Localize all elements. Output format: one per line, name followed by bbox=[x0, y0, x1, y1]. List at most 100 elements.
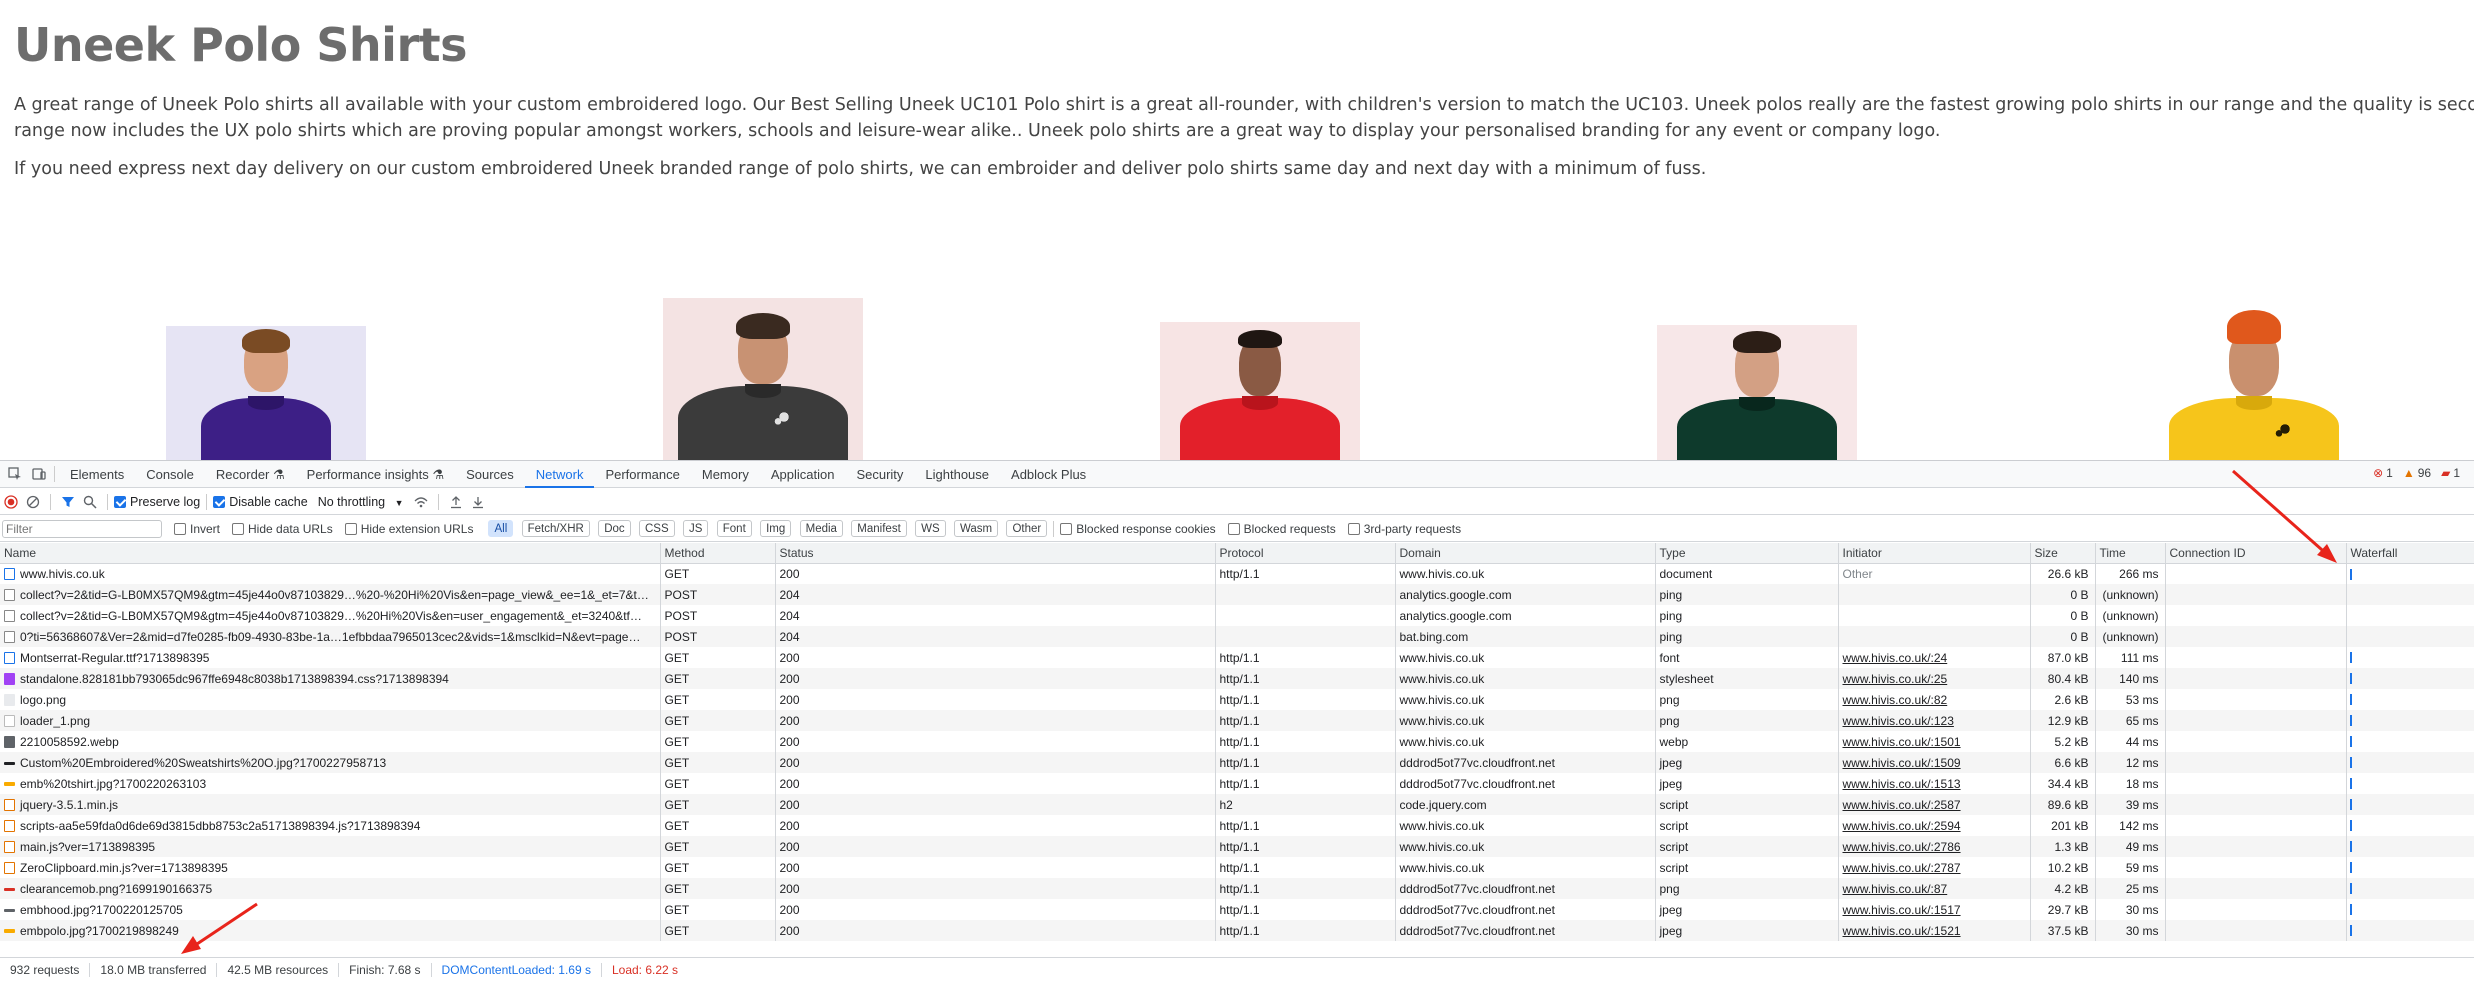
filter-chip-doc[interactable]: Doc bbox=[598, 520, 631, 537]
initiator-link[interactable]: www.hivis.co.uk/:1501 bbox=[1843, 735, 1961, 749]
tab-console[interactable]: Console bbox=[135, 461, 205, 488]
table-row[interactable]: embhood.jpg?1700220125705 GET 200 http/1.1 d… bbox=[0, 899, 2474, 920]
filter-chip-ws[interactable]: WS bbox=[915, 520, 946, 537]
column-header-initiator[interactable]: Initiator bbox=[1838, 543, 2031, 564]
product-image-green-polo[interactable] bbox=[1657, 325, 1857, 460]
cell-name[interactable]: logo.png bbox=[0, 689, 661, 710]
product-image-red-polo[interactable] bbox=[1160, 322, 1360, 460]
cell-name[interactable]: Custom%20Embroidered%20Sweatshirts%20O.j… bbox=[0, 752, 661, 773]
tab-sources[interactable]: Sources bbox=[455, 461, 525, 488]
product-image-charcoal-polo[interactable] bbox=[663, 298, 863, 460]
initiator-link[interactable]: www.hivis.co.uk/:123 bbox=[1843, 714, 1954, 728]
cell-waterfall[interactable] bbox=[2346, 815, 2474, 836]
cell-name[interactable]: 2210058592.webp bbox=[0, 731, 661, 752]
network-conditions-icon[interactable] bbox=[410, 491, 432, 513]
initiator-link[interactable]: www.hivis.co.uk/:1509 bbox=[1843, 756, 1961, 770]
hide-extension-urls-checkbox[interactable]: Hide extension URLs bbox=[344, 522, 473, 536]
initiator-link[interactable]: www.hivis.co.uk/:2587 bbox=[1843, 798, 1961, 812]
cell-waterfall[interactable] bbox=[2346, 668, 2474, 689]
product-image-yellow-polo[interactable] bbox=[2154, 300, 2354, 460]
cell-waterfall[interactable] bbox=[2346, 878, 2474, 899]
cell-waterfall[interactable] bbox=[2346, 710, 2474, 731]
tab-network[interactable]: Network bbox=[524, 461, 595, 488]
tab-lighthouse[interactable]: Lighthouse bbox=[914, 461, 1000, 488]
column-header-type[interactable]: Type bbox=[1655, 543, 1839, 564]
cell-waterfall[interactable] bbox=[2346, 794, 2474, 815]
filter-chip-other[interactable]: Other bbox=[1006, 520, 1048, 537]
table-row[interactable]: 2210058592.webp GET 200 http/1.1 www.hivis.c… bbox=[0, 731, 2474, 752]
column-header-size[interactable]: Size bbox=[2030, 543, 2096, 564]
hide-data-urls-checkbox[interactable]: Hide data URLs bbox=[232, 522, 333, 536]
initiator-link[interactable]: www.hivis.co.uk/:2786 bbox=[1843, 840, 1961, 854]
clear-icon[interactable] bbox=[22, 491, 44, 513]
filter-chip-media[interactable]: Media bbox=[799, 520, 843, 537]
table-row[interactable]: clearancemob.png?1699190166375 GET 200 http… bbox=[0, 878, 2474, 899]
filter-chip-js[interactable]: JS bbox=[682, 520, 709, 537]
table-row[interactable]: jquery-3.5.1.min.js GET 200 h2 code.jquery.c… bbox=[0, 794, 2474, 815]
tab-memory[interactable]: Memory bbox=[691, 461, 760, 488]
cell-waterfall[interactable] bbox=[2346, 899, 2474, 920]
throttling-select[interactable]: No throttling ▼ bbox=[318, 495, 404, 509]
inspect-element-icon[interactable] bbox=[6, 465, 24, 483]
preserve-log-checkbox[interactable]: Preserve log bbox=[114, 495, 200, 509]
import-har-icon[interactable] bbox=[445, 491, 467, 513]
cell-name[interactable]: scripts-aa5e59fda0d6de69d3815dbb8753c2a5… bbox=[0, 815, 661, 836]
device-toolbar-icon[interactable] bbox=[30, 465, 48, 483]
blocked-cookies-checkbox[interactable]: Blocked response cookies bbox=[1060, 522, 1216, 536]
tab-performance-insights[interactable]: Performance insights ⚗ bbox=[296, 461, 455, 488]
column-header-time[interactable]: Time bbox=[2095, 543, 2166, 564]
cell-name[interactable]: Montserrat-Regular.ttf?1713898395 bbox=[0, 647, 661, 668]
cell-name[interactable]: loader_1.png bbox=[0, 710, 661, 731]
column-header-domain[interactable]: Domain bbox=[1395, 543, 1656, 564]
record-button[interactable] bbox=[0, 491, 22, 513]
cell-name[interactable]: embhood.jpg?1700220125705 bbox=[0, 899, 661, 920]
cell-name[interactable]: main.js?ver=1713898395 bbox=[0, 836, 661, 857]
tab-security[interactable]: Security bbox=[845, 461, 914, 488]
table-row[interactable]: www.hivis.co.uk GET 200 http/1.1 www.hivis.c… bbox=[0, 563, 2474, 584]
table-row[interactable]: collect?v=2&tid=G-LB0MX57QM9&gtm=45je44o… bbox=[0, 584, 2474, 605]
column-header-name[interactable]: Name bbox=[0, 543, 661, 564]
table-row[interactable]: scripts-aa5e59fda0d6de69d3815dbb8753c2a5… bbox=[0, 815, 2474, 836]
initiator-link[interactable]: www.hivis.co.uk/:25 bbox=[1843, 672, 1948, 686]
initiator-link[interactable]: www.hivis.co.uk/:2594 bbox=[1843, 819, 1961, 833]
cell-name[interactable]: www.hivis.co.uk bbox=[0, 563, 661, 584]
table-row[interactable]: loader_1.png GET 200 http/1.1 www.hivis.co.u… bbox=[0, 710, 2474, 731]
cell-name[interactable]: embpolo.jpg?1700219898249 bbox=[0, 920, 661, 941]
cell-name[interactable]: emb%20tshirt.jpg?1700220263103 bbox=[0, 773, 661, 794]
cell-name[interactable]: clearancemob.png?1699190166375 bbox=[0, 878, 661, 899]
table-row[interactable]: Montserrat-Regular.ttf?1713898395 GET 200 h… bbox=[0, 647, 2474, 668]
search-icon[interactable] bbox=[79, 491, 101, 513]
third-party-checkbox[interactable]: 3rd-party requests bbox=[1347, 522, 1461, 536]
cell-waterfall[interactable] bbox=[2346, 584, 2474, 605]
filter-chip-img[interactable]: Img bbox=[760, 520, 792, 537]
tab-adblock-plus[interactable]: Adblock Plus bbox=[1000, 461, 1097, 488]
initiator-link[interactable]: www.hivis.co.uk/:1521 bbox=[1843, 924, 1961, 938]
filter-chip-manifest[interactable]: Manifest bbox=[851, 520, 907, 537]
table-row[interactable]: Custom%20Embroidered%20Sweatshirts%20O.j… bbox=[0, 752, 2474, 773]
initiator-link[interactable]: www.hivis.co.uk/:1513 bbox=[1843, 777, 1961, 791]
table-row[interactable]: ZeroClipboard.min.js?ver=1713898395 GET 20… bbox=[0, 857, 2474, 878]
filter-icon[interactable] bbox=[57, 491, 79, 513]
tab-elements[interactable]: Elements bbox=[59, 461, 135, 488]
cell-name[interactable]: 0?ti=56368607&Ver=2&mid=d7fe0285-fb09-49… bbox=[0, 626, 661, 647]
table-row[interactable]: emb%20tshirt.jpg?1700220263103 GET 200 http… bbox=[0, 773, 2474, 794]
column-header-connection-id[interactable]: Connection ID bbox=[2165, 543, 2347, 564]
filter-chip-css[interactable]: CSS bbox=[638, 520, 675, 537]
cell-name[interactable]: jquery-3.5.1.min.js bbox=[0, 794, 661, 815]
issues-counter[interactable]: ⊗ 1 ▲ 96 ▰ 1 bbox=[2373, 466, 2460, 480]
blocked-requests-checkbox[interactable]: Blocked requests bbox=[1227, 522, 1336, 536]
export-har-icon[interactable] bbox=[467, 491, 489, 513]
filter-input[interactable] bbox=[2, 519, 162, 538]
cell-waterfall[interactable] bbox=[2346, 731, 2474, 752]
cell-name[interactable]: collect?v=2&tid=G-LB0MX57QM9&gtm=45je44o… bbox=[0, 605, 661, 626]
invert-checkbox[interactable]: Invert bbox=[174, 522, 220, 536]
cell-waterfall[interactable] bbox=[2346, 773, 2474, 794]
table-row[interactable]: embpolo.jpg?1700219898249 GET 200 http/1.1 d… bbox=[0, 920, 2474, 941]
cell-waterfall[interactable] bbox=[2346, 626, 2474, 647]
column-header-waterfall[interactable]: Waterfall bbox=[2346, 543, 2474, 564]
cell-name[interactable]: standalone.828181bb793065dc967ffe6948c80… bbox=[0, 668, 661, 689]
errors-count[interactable]: ⊗ 1 bbox=[2373, 466, 2393, 480]
initiator-link[interactable]: www.hivis.co.uk/:2787 bbox=[1843, 861, 1961, 875]
warnings-count[interactable]: ▲ 96 bbox=[2403, 466, 2431, 480]
issues-count[interactable]: ▰ 1 bbox=[2441, 466, 2460, 480]
